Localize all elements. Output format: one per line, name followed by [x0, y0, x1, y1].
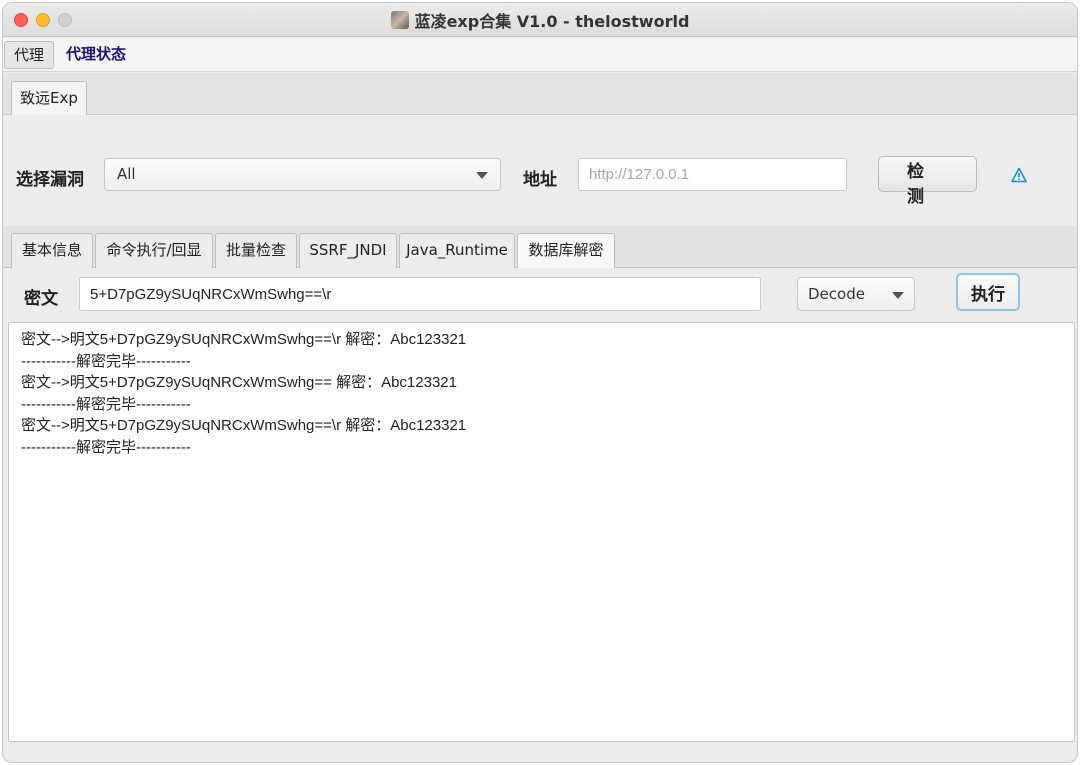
- tab-batch-check[interactable]: 批量检查: [215, 233, 297, 268]
- address-label: 地址: [523, 170, 557, 190]
- output-line: 密文-->明文5+D7pGZ9ySUqNRCxWmSwhg== 解密：Abc12…: [21, 374, 457, 392]
- warning-icon[interactable]: [1011, 167, 1027, 183]
- tab-java-runtime[interactable]: Java_Runtime: [399, 233, 515, 268]
- vuln-select[interactable]: All: [104, 158, 501, 191]
- tab-ssrf-jndi[interactable]: SSRF_JNDI: [299, 233, 397, 268]
- chevron-down-icon: [476, 172, 488, 179]
- cipher-input[interactable]: [79, 277, 761, 311]
- title-wrap: 蓝凌exp合集 V1.0 - thelostworld: [3, 3, 1077, 37]
- menu-proxy[interactable]: 代理: [4, 41, 55, 69]
- tab-command-exec[interactable]: 命令执行/回显: [95, 233, 213, 268]
- detect-button[interactable]: 检测: [878, 156, 977, 207]
- target-form: 选择漏洞 All 地址 检测: [3, 116, 1077, 226]
- tab-zhiyuan-exp[interactable]: 致远Exp: [11, 81, 87, 115]
- address-input[interactable]: [578, 158, 847, 191]
- output-line: 密文-->明文5+D7pGZ9ySUqNRCxWmSwhg==\r 解密：Abc…: [21, 417, 467, 435]
- sub-tab-bar: 基本信息 命令执行/回显 批量检查 SSRF_JNDI Java_Runtime…: [3, 226, 1077, 268]
- app-icon: [390, 11, 409, 29]
- output-line: 密文-->明文5+D7pGZ9ySUqNRCxWmSwhg==\r 解密：Abc…: [21, 331, 467, 348]
- output-line: -----------解密完毕-----------: [21, 438, 191, 456]
- execute-button[interactable]: 执行: [956, 273, 1020, 311]
- chevron-down-icon: [892, 292, 904, 299]
- top-tab-bar: 致远Exp: [3, 73, 1077, 115]
- vuln-select-label: 选择漏洞: [16, 170, 84, 190]
- mode-select-value: Decode: [808, 285, 865, 303]
- tab-basic-info[interactable]: 基本信息: [11, 233, 93, 268]
- output-textarea[interactable]: 密文-->明文5+D7pGZ9ySUqNRCxWmSwhg==\r 解密：Abc…: [8, 322, 1075, 742]
- decrypt-toolbar: 密文 Decode 执行: [3, 269, 1077, 321]
- title-bar[interactable]: 蓝凌exp合集 V1.0 - thelostworld: [3, 3, 1077, 37]
- app-window: 蓝凌exp合集 V1.0 - thelostworld 代理 代理状态 致远Ex…: [2, 2, 1078, 763]
- menu-bar: 代理 代理状态: [3, 38, 1077, 72]
- output-line: -----------解密完毕-----------: [21, 395, 191, 413]
- mode-select[interactable]: Decode: [797, 277, 915, 311]
- window-title: 蓝凌exp合集 V1.0 - thelostworld: [414, 12, 690, 31]
- tab-db-decrypt[interactable]: 数据库解密: [517, 233, 615, 268]
- vuln-select-value: All: [117, 165, 136, 183]
- output-line: -----------解密完毕-----------: [21, 352, 191, 370]
- cipher-label: 密文: [24, 289, 58, 309]
- menu-proxy-status[interactable]: 代理状态: [57, 41, 135, 69]
